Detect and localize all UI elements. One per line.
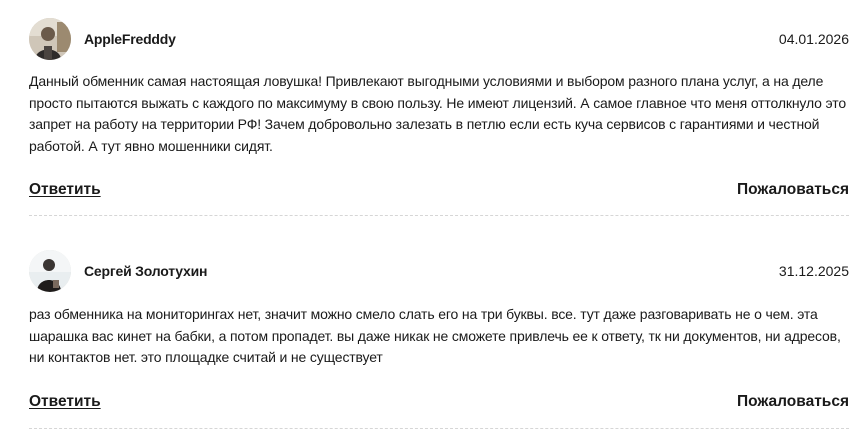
comment-author: Сергей Золотухин — [84, 263, 208, 279]
comment-author: AppleFredddy — [84, 31, 176, 47]
comment-header: Сергей Золотухин 31.12.2025 — [29, 250, 849, 294]
reply-link[interactable]: Ответить — [29, 393, 101, 411]
report-link[interactable]: Пожаловаться — [737, 181, 849, 199]
avatar-photo-icon — [29, 250, 71, 292]
comment: AppleFredddy 04.01.2026 Данный обменник … — [29, 18, 849, 203]
report-link[interactable]: Пожаловаться — [737, 393, 849, 411]
comment-divider — [29, 215, 849, 216]
comments-list: AppleFredddy 04.01.2026 Данный обменник … — [0, 0, 858, 435]
comment-divider — [29, 428, 849, 429]
comment-actions: Ответить Пожаловаться — [29, 393, 849, 415]
comment-header: AppleFredddy 04.01.2026 — [29, 18, 849, 62]
comment-text: Данный обменник самая настоящая ловушка!… — [29, 73, 846, 154]
comment-date: 04.01.2026 — [778, 31, 849, 47]
avatar-photo-icon — [29, 18, 71, 60]
comment-actions: Ответить Пожаловаться — [29, 181, 849, 203]
avatar — [29, 250, 71, 292]
comment-date: 31.12.2025 — [778, 263, 849, 279]
comment: Сергей Золотухин 31.12.2025 раз обменник… — [29, 250, 849, 415]
comment-text: раз обменника на мониторингах нет, значи… — [29, 306, 841, 365]
reply-link[interactable]: Ответить — [29, 181, 101, 199]
avatar — [29, 18, 71, 60]
